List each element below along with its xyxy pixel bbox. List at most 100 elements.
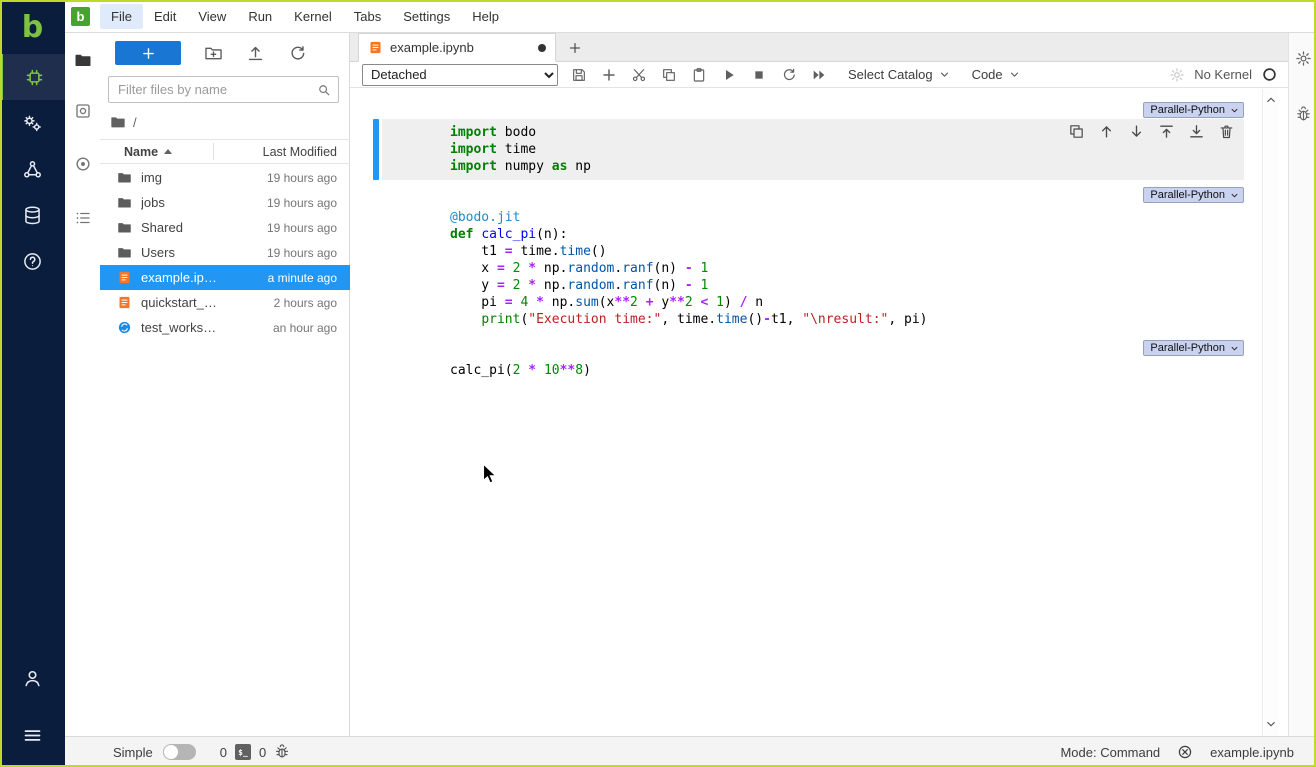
menu-item-file[interactable]: File (100, 4, 143, 29)
sidebar-item-notebooks[interactable] (0, 54, 65, 100)
tab-table-of-contents[interactable] (65, 201, 100, 235)
database-icon (22, 205, 43, 226)
new-launcher-button[interactable] (115, 41, 181, 65)
save-icon (571, 67, 587, 83)
file-row-selected[interactable]: example.ip… a minute ago (100, 265, 350, 290)
copy-cell-button[interactable] (654, 63, 684, 87)
file-row[interactable]: quickstart_… 2 hours ago (100, 290, 350, 315)
file-row[interactable]: img 19 hours ago (100, 165, 350, 190)
paste-cell-button[interactable] (684, 63, 714, 87)
cell-language-dropdown[interactable]: Parallel-Python (1143, 340, 1244, 356)
notebook-document: Parallel-Python import bodoimport timeim… (350, 89, 1288, 736)
menu-item-view[interactable]: View (187, 4, 237, 29)
run-all-button[interactable] (804, 63, 834, 87)
terminal-icon[interactable]: $_ (235, 744, 251, 760)
scroll-up-icon[interactable] (1265, 94, 1277, 106)
run-icon (721, 67, 737, 83)
restart-kernel-button[interactable] (774, 63, 804, 87)
chevron-down-icon (1230, 344, 1239, 353)
delete-cell-button[interactable] (1218, 123, 1235, 140)
simple-mode-toggle[interactable] (163, 744, 196, 760)
menu-item-tabs[interactable]: Tabs (343, 4, 392, 29)
column-header-name[interactable]: Name (124, 145, 172, 159)
file-row[interactable]: jobs 19 hours ago (100, 190, 350, 215)
notebook-file-icon (117, 295, 132, 310)
cell-editor[interactable]: @bodo.jitdef calc_pi(n): t1 = time.time(… (382, 204, 1244, 333)
select-catalog-dropdown[interactable]: Select Catalog (848, 67, 950, 82)
sidebar-item-account[interactable] (0, 655, 65, 701)
cut-cell-button[interactable] (624, 63, 654, 87)
workspace-file-icon (117, 320, 132, 335)
run-cell-button[interactable] (714, 63, 744, 87)
cell-language-label: Parallel-Python (1150, 342, 1225, 354)
move-cell-down-button[interactable] (1128, 123, 1145, 140)
insert-cell-above-button[interactable] (1158, 123, 1175, 140)
menu-item-run[interactable]: Run (237, 4, 283, 29)
toolbar-right-group: No Kernel (1169, 66, 1278, 83)
kernel-status-icon[interactable] (1261, 66, 1278, 83)
plus-icon (601, 67, 617, 83)
insert-cell-below-button[interactable] (1188, 123, 1205, 140)
save-button[interactable] (564, 63, 594, 87)
file-row[interactable]: Shared 19 hours ago (100, 215, 350, 240)
help-icon (22, 251, 43, 272)
kernel-status-label[interactable]: No Kernel (1194, 67, 1252, 82)
cell-code[interactable]: @bodo.jitdef calc_pi(n): t1 = time.time(… (450, 209, 1236, 328)
sidebar-item-menu[interactable] (0, 712, 65, 758)
interrupt-kernel-button[interactable] (744, 63, 774, 87)
notebook-scrollbar[interactable] (1262, 89, 1278, 736)
insert-cell-button[interactable] (594, 63, 624, 87)
file-row[interactable]: Users 19 hours ago (100, 240, 350, 265)
breadcrumb[interactable]: / (110, 113, 137, 131)
menu-item-kernel[interactable]: Kernel (283, 4, 343, 29)
sidebar-item-help[interactable] (0, 238, 65, 284)
cell-language-dropdown[interactable]: Parallel-Python (1143, 102, 1244, 118)
menu-item-settings[interactable]: Settings (392, 4, 461, 29)
file-modified: a minute ago (268, 271, 337, 285)
refresh-button[interactable] (288, 44, 307, 63)
cell-editor[interactable]: calc_pi(2 * 10**8) (382, 357, 1244, 384)
file-modified: 19 hours ago (267, 221, 337, 235)
sidebar-item-jobs[interactable] (0, 146, 65, 192)
file-modified: 19 hours ago (267, 246, 337, 260)
tab-property-inspector[interactable] (1289, 41, 1316, 75)
new-folder-button[interactable] (204, 44, 223, 63)
column-header-modified[interactable]: Last Modified (263, 145, 337, 159)
tab-running-sessions[interactable] (65, 94, 100, 128)
cell-language-dropdown[interactable]: Parallel-Python (1143, 187, 1244, 203)
menu-item-edit[interactable]: Edit (143, 4, 187, 29)
upload-button[interactable] (246, 44, 265, 63)
code-cell-1: import bodoimport timeimport numpy as np (373, 119, 1244, 180)
cell-type-dropdown[interactable]: Code (972, 67, 1020, 82)
plus-icon (568, 41, 582, 55)
toc-list-icon (74, 209, 92, 227)
new-tab-button[interactable] (561, 35, 588, 61)
sort-ascending-icon (164, 149, 172, 154)
file-modified: 19 hours ago (267, 171, 337, 185)
folder-icon (117, 195, 132, 210)
filter-files-input[interactable] (109, 77, 338, 102)
cell-code[interactable]: calc_pi(2 * 10**8) (450, 362, 1236, 379)
tab-kernel-status[interactable] (65, 147, 100, 181)
move-cell-up-button[interactable] (1098, 123, 1115, 140)
sidebar-item-catalog[interactable] (0, 192, 65, 238)
kernel-mode-select[interactable]: Detached (362, 64, 558, 86)
settings-gear-icon[interactable] (1169, 67, 1185, 83)
folder-icon (117, 220, 132, 235)
duplicate-cell-button[interactable] (1068, 123, 1085, 140)
status-bar: Simple 0 $_ 0 Mode: Command example.ipyn… (65, 736, 1316, 767)
file-modified: 2 hours ago (274, 296, 337, 310)
kernels-indicator-icon[interactable] (274, 744, 290, 760)
tab-debugger[interactable] (1289, 97, 1316, 131)
file-row[interactable]: test_works… an hour ago (100, 315, 350, 340)
menu-item-help[interactable]: Help (461, 4, 510, 29)
tab-dirty-indicator[interactable] (538, 44, 546, 52)
duplicate-icon (1068, 123, 1085, 140)
cell-toolbar (1068, 123, 1235, 140)
tab-file-browser[interactable] (65, 43, 100, 77)
cell-editor[interactable]: import bodoimport timeimport numpy as np (382, 119, 1244, 180)
tab-example-ipynb[interactable]: example.ipynb (358, 33, 556, 62)
scroll-down-icon[interactable] (1265, 718, 1277, 730)
cell-list: Parallel-Python import bodoimport timeim… (373, 95, 1244, 384)
sidebar-item-clusters[interactable] (0, 100, 65, 146)
